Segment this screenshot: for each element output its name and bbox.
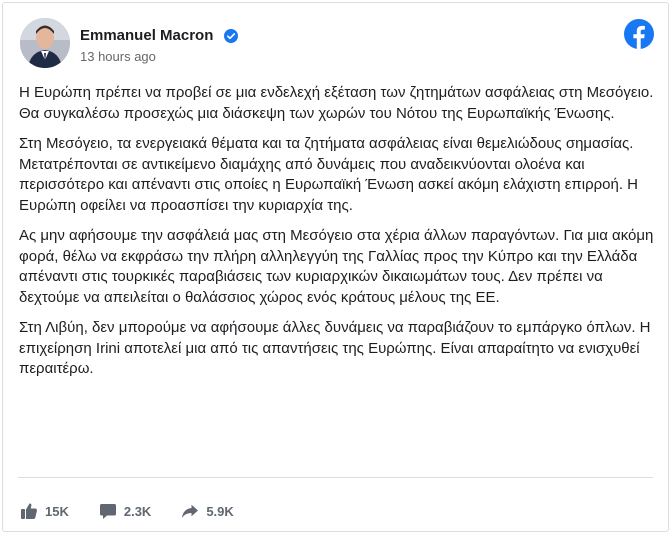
footer-divider [18, 477, 653, 478]
comments-stat[interactable]: 2.3K [99, 503, 151, 520]
post-paragraph: Στη Λιβύη, δεν μπορούμε να αφήσουμε άλλε… [19, 319, 651, 377]
author: Emmanuel Macron [80, 27, 238, 45]
post-body: Η Ευρώπη πρέπει να προβεί σε μια ενδελεχ… [19, 83, 659, 390]
author-name[interactable]: Emmanuel Macron [80, 27, 213, 44]
post-paragraph: Η Ευρώπη πρέπει να προβεί σε μια ενδελεχ… [19, 84, 654, 122]
post-paragraph: Στη Μεσόγειο, τα ενεργειακά θέματα και τ… [19, 135, 638, 214]
post-card: Emmanuel Macron 13 hours ago Η Ευρώπη πρ… [2, 2, 669, 532]
shares-count: 5.9K [206, 503, 234, 519]
likes-count: 15K [45, 503, 69, 519]
post-paragraph: Ας μην αφήσουμε την ασφάλειά μας στη Μεσ… [19, 227, 654, 306]
share-arrow-icon [182, 504, 199, 518]
post-stats: 15K 2.3K 5.9K [20, 499, 264, 523]
shares-stat[interactable]: 5.9K [181, 503, 234, 519]
comments-count: 2.3K [123, 503, 152, 519]
comment-bubble-icon [99, 503, 116, 519]
post-header: Emmanuel Macron 13 hours ago [18, 17, 654, 69]
thumbs-up-icon [21, 503, 37, 519]
post-timestamp[interactable]: 13 hours ago [80, 49, 156, 64]
avatar[interactable] [20, 18, 70, 68]
likes-stat[interactable]: 15K [20, 502, 69, 520]
facebook-logo-icon[interactable] [624, 19, 654, 49]
verified-badge-icon [223, 28, 238, 43]
